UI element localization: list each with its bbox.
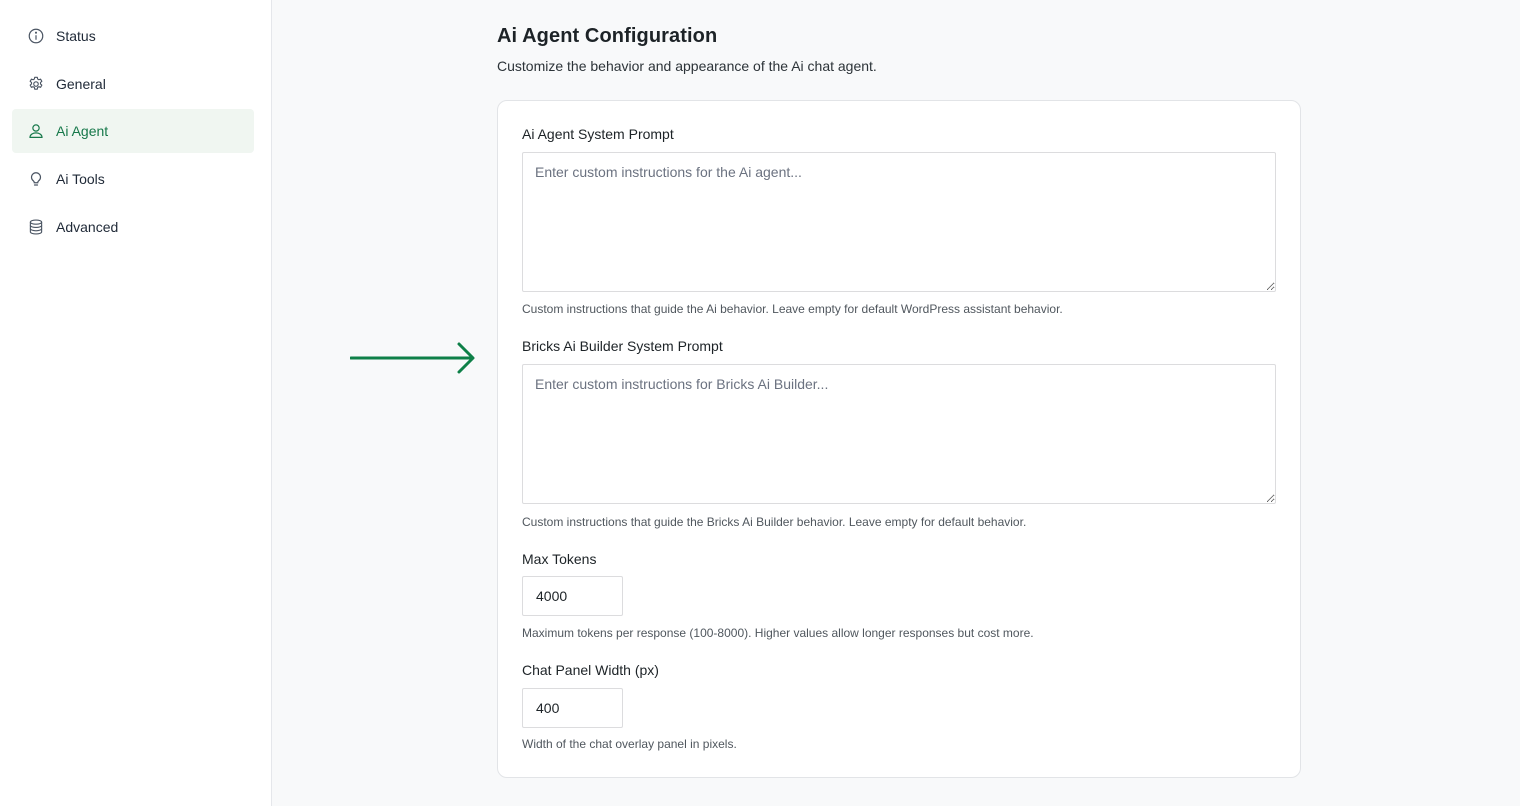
bricks-prompt-textarea[interactable] [522,364,1276,504]
sidebar: Status General Ai Agent Ai Tools Advance… [0,0,272,806]
panel-width-input[interactable] [522,688,623,728]
user-icon [26,121,46,141]
sidebar-item-label: General [56,75,106,92]
system-prompt-label: Ai Agent System Prompt [522,126,674,142]
lightbulb-icon [26,169,46,189]
bricks-prompt-label: Bricks Ai Builder System Prompt [522,338,723,354]
bricks-prompt-help: Custom instructions that guide the Brick… [522,515,1027,529]
max-tokens-input[interactable] [522,576,623,616]
settings-app: Status General Ai Agent Ai Tools Advance… [0,0,1520,806]
sidebar-item-advanced[interactable]: Advanced [12,205,254,249]
main-content: Ai Agent Configuration Customize the beh… [272,0,1520,806]
system-prompt-textarea[interactable] [522,152,1276,292]
arrow-right-icon [350,342,475,374]
sidebar-item-label: Ai Tools [56,171,105,188]
sidebar-item-general[interactable]: General [12,62,254,106]
page-title: Ai Agent Configuration [497,25,718,47]
sidebar-item-label: Advanced [56,218,119,235]
sidebar-item-ai-tools[interactable]: Ai Tools [12,157,254,201]
sidebar-item-label: Ai Agent [56,123,109,140]
sidebar-item-ai-agent[interactable]: Ai Agent [12,109,254,154]
system-prompt-help: Custom instructions that guide the Ai be… [522,302,1063,316]
settings-card: Ai Agent System Prompt Custom instructio… [497,100,1301,778]
sidebar-item-status[interactable]: Status [12,14,254,58]
max-tokens-help: Maximum tokens per response (100-8000). … [522,626,1034,640]
max-tokens-label: Max Tokens [522,551,597,567]
panel-width-help: Width of the chat overlay panel in pixel… [522,737,737,751]
info-icon [26,26,46,46]
database-icon [26,217,46,237]
page-subtitle: Customize the behavior and appearance of… [497,58,877,74]
gear-icon [26,74,46,94]
panel-width-label: Chat Panel Width (px) [522,662,659,678]
sidebar-item-label: Status [56,28,96,44]
